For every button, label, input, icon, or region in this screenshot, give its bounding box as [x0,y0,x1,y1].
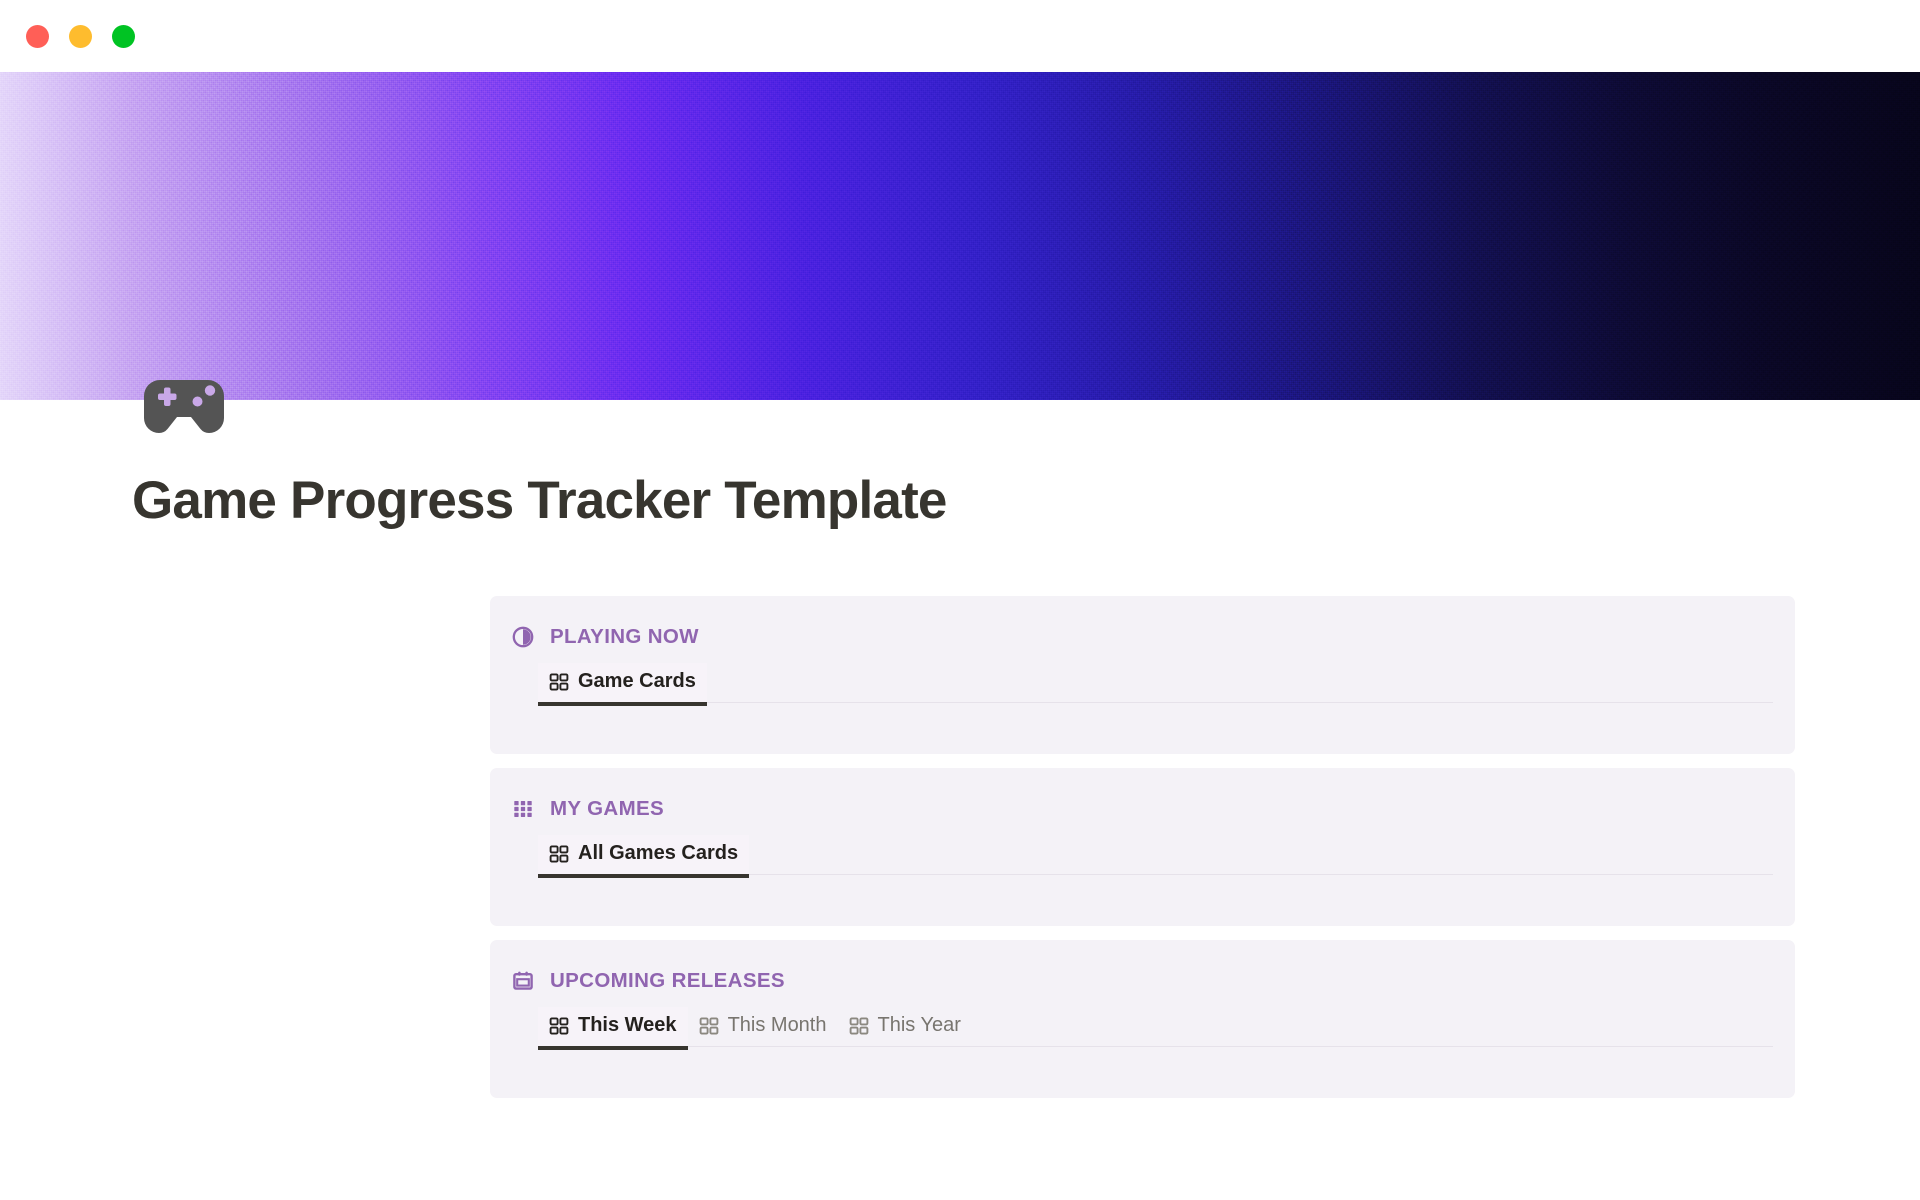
gallery-view-icon [699,1016,719,1036]
maximize-window-button[interactable] [112,24,135,48]
tab-this-year[interactable]: This Year [838,1007,972,1046]
tab-this-week[interactable]: This Week [538,1007,688,1051]
game-controller-icon[interactable] [144,374,224,439]
gallery-view-icon [849,1016,869,1036]
tab-all-games-cards[interactable]: All Games Cards [538,835,750,879]
section-title: PLAYING NOW [550,625,699,649]
window-titlebar [0,0,1920,72]
tabs-divider [538,702,1773,704]
tab-this-month[interactable]: This Month [688,1007,838,1046]
page-title[interactable]: Game Progress Tracker Template [132,471,1920,530]
tab-label: This Week [578,1014,677,1037]
section-list: PLAYING NOW Game Cards MY GAMES All Game… [490,596,1795,1099]
tab-label: Game Cards [578,670,696,693]
close-window-button[interactable] [26,24,49,48]
section-header: UPCOMING RELEASES [490,966,1795,996]
tab-label: This Month [727,1014,827,1037]
minimize-window-button[interactable] [69,24,92,48]
tab-label: All Games Cards [578,842,739,865]
gallery-view-icon [549,672,569,692]
calendar-icon [512,970,534,992]
section-tabs: This Week This Month This Year [490,1007,1795,1051]
section-playing-now: PLAYING NOW Game Cards [490,596,1795,755]
cover-banner[interactable] [0,72,1920,400]
grid-dots-icon [512,798,534,820]
traffic-lights [26,24,135,48]
gallery-view-icon [549,844,569,864]
tab-game-cards[interactable]: Game Cards [538,663,707,707]
section-my-games: MY GAMES All Games Cards [490,768,1795,927]
gallery-view-icon [549,1016,569,1036]
pie-progress-icon [512,626,534,648]
section-title: UPCOMING RELEASES [550,969,785,993]
page-content: Game Progress Tracker Template PLAYING N… [0,400,1920,1099]
section-title: MY GAMES [550,797,665,821]
tabs-divider [538,1046,1773,1048]
section-tabs: Game Cards [490,663,1795,707]
cover-noise-texture [0,72,1920,400]
section-tabs: All Games Cards [490,835,1795,879]
section-upcoming-releases: UPCOMING RELEASES This Week This Month T… [490,940,1795,1099]
tab-label: This Year [877,1014,961,1037]
section-header: MY GAMES [490,794,1795,824]
section-header: PLAYING NOW [490,622,1795,652]
